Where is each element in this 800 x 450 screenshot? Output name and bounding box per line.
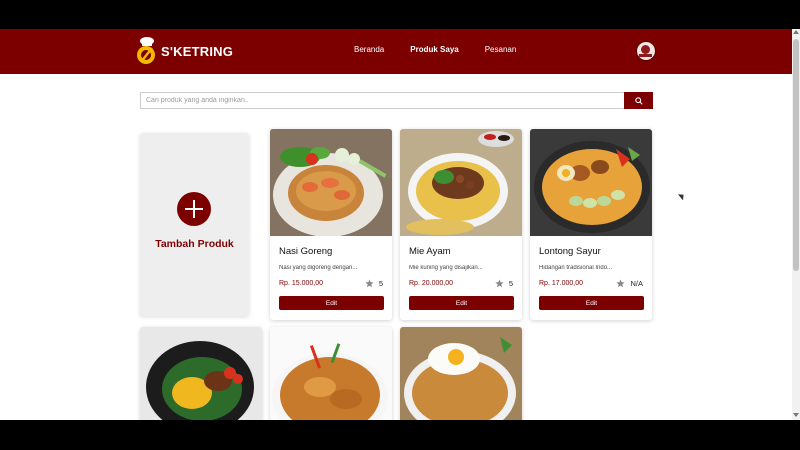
product-card[interactable]: Nasi Goreng Nasi yang digoreng dengan...… — [270, 129, 392, 320]
letterbox-bottom — [0, 420, 800, 450]
product-image — [270, 129, 392, 236]
nav-produk-saya[interactable]: Produk Saya — [410, 45, 458, 54]
scroll-down-arrow-icon[interactable] — [793, 413, 799, 417]
product-price: Rp. 15.000,00 — [279, 280, 323, 287]
product-rating: 5 — [495, 279, 513, 288]
star-icon — [365, 279, 374, 288]
product-card[interactable] — [270, 327, 392, 420]
rating-value: 5 — [378, 279, 383, 288]
nav-links: Beranda Produk Saya Pesanan — [354, 45, 542, 54]
product-rating: N/A — [616, 279, 643, 288]
search-icon — [634, 96, 643, 105]
avatar-body-icon — [639, 54, 652, 57]
product-name: Lontong Sayur — [539, 246, 601, 257]
product-rating: 5 — [365, 279, 383, 288]
scroll-thumb[interactable] — [793, 39, 799, 271]
search-input[interactable] — [140, 92, 624, 109]
product-name: Nasi Goreng — [279, 246, 333, 257]
plus-icon — [177, 192, 211, 226]
add-product-card[interactable]: Tambah Produk — [140, 133, 249, 316]
star-icon — [616, 279, 626, 288]
edit-button[interactable]: Edit — [279, 296, 384, 310]
browser-viewport: S'KETRING Beranda Produk Saya Pesanan Ta… — [0, 29, 800, 420]
avatar-head-icon — [641, 45, 650, 54]
product-card[interactable] — [140, 327, 262, 420]
chef-hat-logo-icon — [136, 36, 158, 66]
rating-value: N/A — [630, 279, 643, 288]
edit-button[interactable]: Edit — [539, 296, 644, 310]
search-bar — [140, 92, 653, 109]
nav-beranda[interactable]: Beranda — [354, 45, 384, 54]
brand-name: S'KETRING — [161, 43, 234, 59]
product-price: Rp. 20.000,00 — [409, 280, 453, 287]
product-card[interactable]: Lontong Sayur Hidangan tradisional Indo.… — [530, 129, 652, 320]
mouse-cursor — [677, 191, 687, 201]
product-image — [400, 129, 522, 236]
rating-value: 5 — [508, 279, 513, 288]
product-image — [530, 129, 652, 236]
vertical-scrollbar[interactable] — [792, 29, 800, 420]
search-button[interactable] — [624, 92, 653, 109]
product-description: Mie kuning yang disajikan... — [409, 265, 483, 271]
scroll-up-arrow-icon[interactable] — [793, 30, 799, 34]
product-image — [270, 327, 392, 420]
product-description: Nasi yang digoreng dengan... — [279, 265, 358, 271]
product-description: Hidangan tradisional Indo... — [539, 265, 613, 271]
edit-button[interactable]: Edit — [409, 296, 514, 310]
brand-logo[interactable]: S'KETRING — [136, 36, 233, 66]
user-avatar[interactable] — [636, 41, 656, 61]
product-image — [140, 327, 262, 420]
letterbox-top — [0, 0, 800, 29]
product-price: Rp. 17.000,00 — [539, 280, 583, 287]
nav-pesanan[interactable]: Pesanan — [485, 45, 517, 54]
product-card[interactable] — [400, 327, 522, 420]
navbar: S'KETRING Beranda Produk Saya Pesanan — [0, 29, 792, 74]
add-product-label: Tambah Produk — [155, 238, 234, 250]
product-image — [400, 327, 522, 420]
product-card[interactable]: Mie Ayam Mie kuning yang disajikan... Rp… — [400, 129, 522, 320]
product-name: Mie Ayam — [409, 246, 451, 257]
star-icon — [495, 279, 504, 288]
